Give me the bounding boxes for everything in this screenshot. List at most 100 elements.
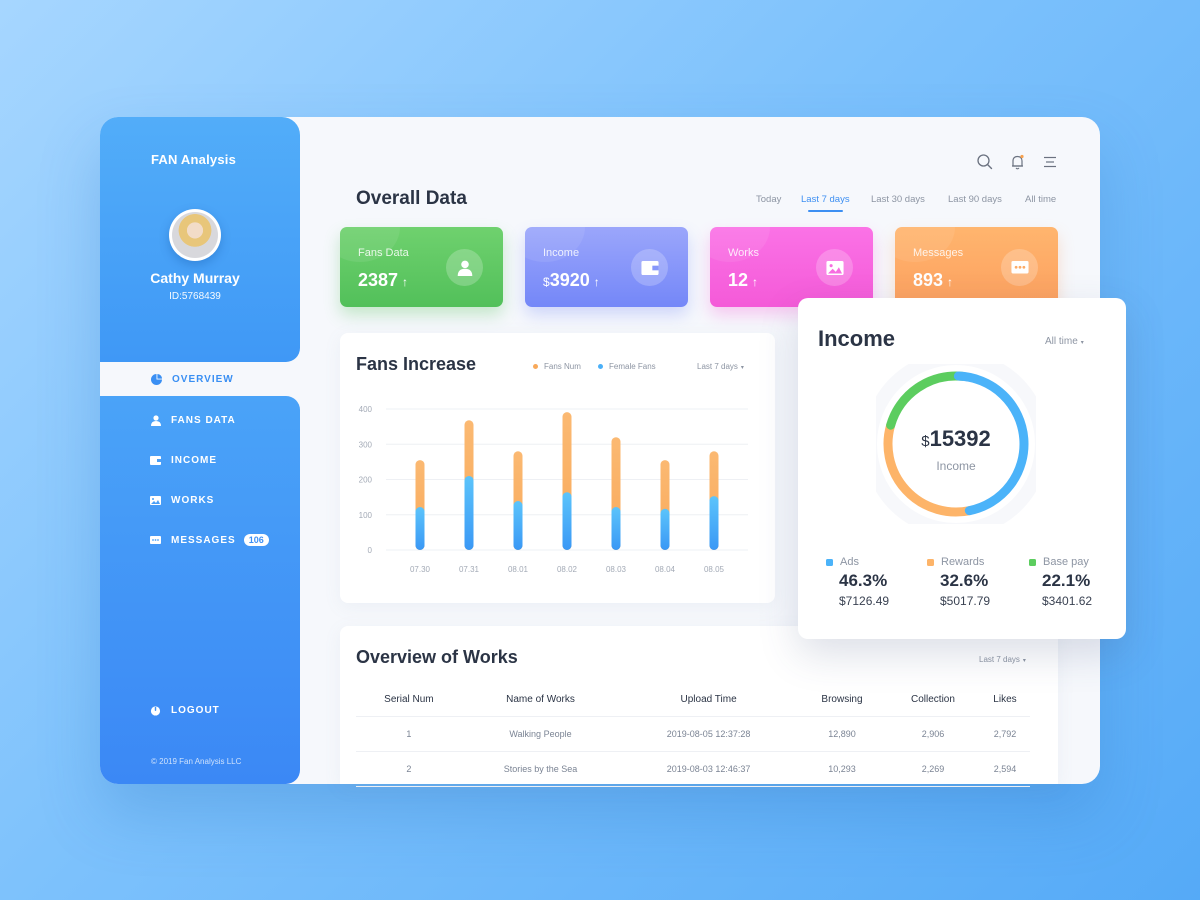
wallet-icon	[150, 455, 161, 466]
column-header[interactable]: Likes	[979, 684, 1030, 717]
legend-fans-num[interactable]: Fans Num	[533, 362, 581, 371]
message-icon	[150, 535, 161, 546]
legend-swatch	[927, 558, 934, 566]
tab-last-30-days[interactable]: Last 30 days	[871, 194, 925, 205]
chevron-down-icon: ▾	[1022, 658, 1026, 664]
bar-female-fans	[415, 506, 425, 550]
stat-card-works[interactable]: Works 12 ↑	[710, 227, 873, 307]
stat-value: 2387 ↑	[358, 270, 409, 290]
legend-swatch	[1029, 558, 1036, 566]
stat-card-fans[interactable]: Fans Data 2387 ↑	[340, 227, 503, 307]
fans-range-dropdown[interactable]: Last 7 days ▾	[697, 362, 744, 371]
fans-increase-chart: 0 100 200 300 400 07.30 07.31 08.01 08.02 08.03 08…	[359, 405, 748, 574]
message-icon	[1001, 249, 1038, 286]
bar-female-fans	[611, 506, 621, 550]
cell-browsing: 12,890	[797, 716, 886, 752]
x-tick-label: 08.03	[606, 565, 627, 574]
column-header[interactable]: Upload Time	[619, 684, 798, 717]
cell-collection: 2,906	[886, 716, 980, 752]
column-header[interactable]: Serial Num	[356, 684, 462, 717]
tab-last-7-days[interactable]: Last 7 days	[801, 194, 850, 212]
income-percent: 22.1%	[1042, 571, 1091, 590]
sidebar-item-overview[interactable]: OVERVIEW	[139, 363, 301, 395]
tab-all-time[interactable]: All time	[1025, 194, 1056, 205]
trend-up-icon: ↑	[402, 275, 409, 289]
sidebar-item-label: WORKS	[171, 494, 215, 506]
cell-name: Walking People	[461, 716, 620, 752]
income-legend-base-pay: Base pay 22.1% $3401.62	[1029, 556, 1092, 608]
column-header[interactable]: Collection	[886, 684, 980, 717]
sidebar-item-label: FANS DATA	[171, 414, 236, 426]
stat-label: Fans Data	[358, 247, 409, 259]
sidebar-item-label: OVERVIEW	[172, 373, 234, 385]
logout-label: LOGOUT	[171, 704, 220, 716]
legend-female-fans[interactable]: Female Fans	[598, 362, 656, 371]
bar-female-fans	[562, 492, 572, 550]
user-id: ID:5768439	[169, 291, 221, 302]
y-tick-label: 0	[368, 546, 373, 555]
search-icon[interactable]	[976, 153, 994, 171]
cell-name: Stories by the Sea	[461, 751, 620, 787]
pie-chart-icon	[151, 373, 162, 385]
y-tick-label: 300	[359, 440, 373, 449]
sidebar-item-works[interactable]: WORKS	[150, 491, 214, 509]
stat-card-income[interactable]: Income $3920 ↑	[525, 227, 688, 307]
power-icon	[150, 705, 161, 716]
stat-value: 893 ↑	[913, 270, 954, 290]
income-percent: 46.3%	[839, 571, 888, 590]
user-icon	[150, 414, 161, 426]
income-amount: $7126.49	[839, 594, 890, 608]
x-tick-label: 07.31	[459, 565, 480, 574]
legend-swatch	[826, 558, 833, 566]
user-name: Cathy Murray	[150, 270, 240, 286]
tab-last-90-days[interactable]: Last 90 days	[948, 194, 1002, 205]
bell-icon[interactable]	[1009, 153, 1027, 171]
stat-label: Income	[543, 247, 580, 259]
works-table: Serial Num Name of Works Upload Time Bro…	[356, 684, 1030, 787]
bar-female-fans	[513, 501, 523, 550]
stat-label: Works	[728, 247, 759, 259]
stat-card-messages[interactable]: Messages 893 ↑	[895, 227, 1058, 307]
logout-button[interactable]: LOGOUT	[150, 701, 220, 719]
y-tick-label: 100	[359, 511, 373, 520]
sidebar-item-messages[interactable]: MESSAGES 106	[150, 531, 269, 549]
x-tick-label: 08.02	[557, 565, 578, 574]
trend-up-icon: ↑	[947, 275, 954, 289]
image-icon	[816, 249, 853, 286]
bar-female-fans	[709, 496, 719, 550]
x-tick-label: 08.04	[655, 565, 676, 574]
income-legend-rewards: Rewards 32.6% $5017.79	[927, 556, 990, 608]
cell-collection: 2,269	[886, 751, 980, 787]
income-legend-ads: Ads 46.3% $7126.49	[826, 556, 889, 608]
sidebar-item-income[interactable]: INCOME	[150, 451, 217, 469]
income-total: $15392	[921, 426, 991, 451]
income-range-dropdown[interactable]: All time ▾	[1045, 336, 1084, 347]
cell-upload-time: 2019-08-03 12:46:37	[619, 751, 798, 787]
sidebar-item-fans-data[interactable]: FANS DATA	[150, 411, 236, 429]
x-tick-label: 08.05	[704, 565, 725, 574]
legend-dot	[598, 364, 603, 369]
x-tick-label: 07.30	[410, 565, 431, 574]
cell-browsing: 10,293	[797, 751, 886, 787]
cell-likes: 2,792	[979, 716, 1030, 752]
income-percent: 32.6%	[940, 571, 989, 590]
menu-icon[interactable]	[1041, 153, 1059, 171]
bar-female-fans	[464, 475, 474, 550]
copyright: © 2019 Fan Analysis LLC	[151, 757, 242, 766]
legend-dot	[533, 364, 538, 369]
chevron-down-icon: ▾	[740, 365, 744, 371]
income-title: Income	[818, 326, 896, 351]
bar-female-fans	[660, 508, 670, 550]
sidebar-item-label: MESSAGES	[171, 534, 236, 546]
table-row[interactable]: 2 Stories by the Sea 2019-08-03 12:46:37…	[356, 751, 1030, 787]
tab-today[interactable]: Today	[756, 194, 781, 205]
works-range-dropdown[interactable]: Last 7 days ▾	[979, 655, 1026, 664]
brand-logo: FAN Analysis	[151, 152, 237, 167]
avatar[interactable]	[169, 209, 221, 261]
column-header[interactable]: Browsing	[797, 684, 886, 717]
cell-serial: 1	[356, 716, 462, 752]
x-tick-label: 08.01	[508, 565, 529, 574]
column-header[interactable]: Name of Works	[461, 684, 620, 717]
table-row[interactable]: 1 Walking People 2019-08-05 12:37:28 12,…	[356, 716, 1030, 752]
y-tick-label: 400	[359, 405, 373, 414]
